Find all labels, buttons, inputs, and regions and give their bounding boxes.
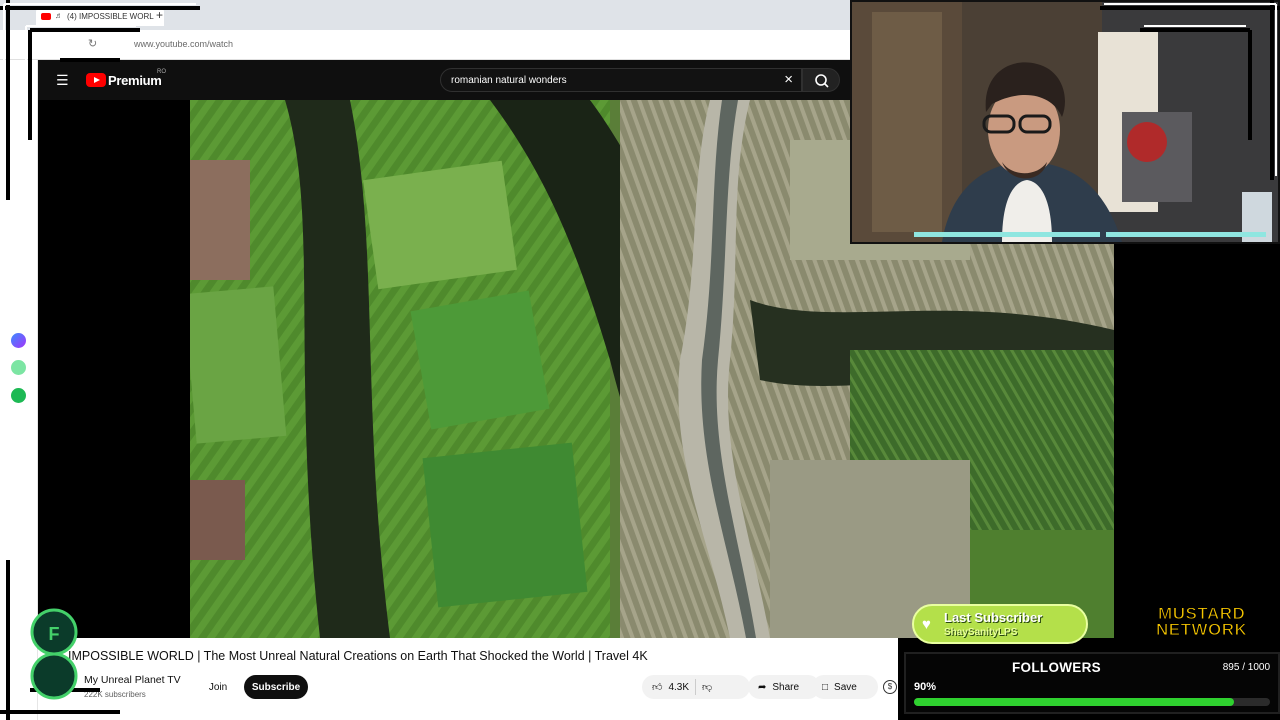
channel-name[interactable]: My Unreal Planet TV (84, 674, 181, 686)
join-button[interactable]: Join (200, 675, 236, 699)
tab-title: (4) IMPOSSIBLE WORL (67, 11, 154, 21)
last-subscriber-title: Last Subscriber (944, 610, 1043, 625)
share-icon: ➦ (758, 681, 767, 693)
search-query[interactable]: romanian natural wonders (451, 75, 567, 86)
heart-icon: ♥ (922, 616, 931, 633)
youtube-favicon-icon (41, 12, 51, 20)
youtube-header: ☰ Premium RO romanian natural wonders × (38, 60, 850, 100)
bookmark-icon: □ (822, 681, 829, 693)
subscriber-count: 222K subscribers (84, 690, 146, 699)
followers-progress-track (914, 698, 1270, 706)
last-subscriber-widget: ♥ Last Subscriber ShaySanityLPS (912, 604, 1088, 644)
save-label: Save (834, 681, 857, 693)
followers-percent: 90% (914, 681, 937, 693)
search-input[interactable]: romanian natural wonders × (440, 68, 802, 92)
url-text[interactable]: www.youtube.com/watch (134, 39, 233, 49)
followers-progress-fill (914, 698, 1235, 706)
browser-tab-bar: ♬ (4) IMPOSSIBLE WORL + (0, 0, 850, 30)
thumbs-up-icon[interactable]: 👍︎ (652, 681, 662, 693)
spotify-icon[interactable] (11, 388, 26, 403)
speaker-icon[interactable]: ♬ (55, 12, 63, 20)
like-count[interactable]: 4.3K (668, 682, 689, 693)
reload-icon[interactable]: ↻ (88, 37, 97, 50)
followers-count: 895 / 1000 (1222, 662, 1270, 673)
new-tab-icon[interactable]: + (156, 8, 163, 22)
whatsapp-icon[interactable] (11, 360, 26, 375)
last-subscriber-name: ShaySanityLPS (944, 627, 1018, 638)
svg-text:F: F (49, 624, 60, 644)
address-bar: ↻ www.youtube.com/watch (0, 30, 850, 60)
followers-goal-widget: FOLLOWERS 895 / 1000 90% (904, 652, 1280, 714)
brand-region: RO (157, 69, 166, 75)
webcam-overlay (850, 0, 1280, 244)
kick-badge-logo-icon: F (30, 608, 78, 700)
divider (695, 679, 697, 695)
thanks-icon[interactable]: $ (883, 680, 897, 694)
save-button[interactable]: □ Save (812, 675, 878, 699)
streamer-webcam-image (852, 2, 1278, 242)
stream-frame: ♬ (4) IMPOSSIBLE WORL + ↻ www.youtube.co… (0, 0, 1280, 720)
subscribe-button[interactable]: Subscribe (244, 675, 308, 699)
search-icon (815, 74, 829, 88)
close-icon[interactable]: × (784, 71, 793, 88)
messenger-icon[interactable] (11, 333, 26, 348)
browser-tab[interactable]: ♬ (4) IMPOSSIBLE WORL (36, 6, 164, 26)
share-button[interactable]: ➦ Share (748, 675, 820, 699)
like-dislike-group: 👍︎ 4.3K 👎︎ (642, 675, 750, 699)
thumbs-down-icon[interactable]: 👎︎ (702, 681, 712, 693)
share-label: Share (772, 681, 800, 693)
video-title: IMPOSSIBLE WORLD | The Most Unreal Natur… (68, 649, 648, 663)
network-logo: MUSTARD NETWORK (1155, 605, 1248, 639)
menu-icon[interactable]: ☰ (56, 72, 69, 89)
followers-title: FOLLOWERS (1012, 660, 1101, 675)
video-info: IMPOSSIBLE WORLD | The Most Unreal Natur… (38, 638, 898, 720)
youtube-logo-icon[interactable] (86, 73, 106, 87)
search-button[interactable] (802, 68, 840, 92)
brand-label[interactable]: Premium (108, 73, 162, 88)
network-logo-line2: NETWORK (1155, 620, 1248, 639)
